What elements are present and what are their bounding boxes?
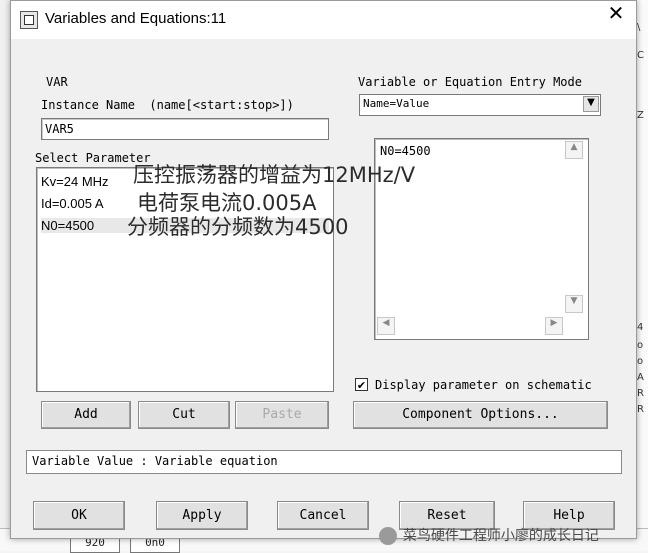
paste-button[interactable]: Paste	[235, 401, 329, 429]
title-bar[interactable]: Variables and Equations:11 ✕	[11, 1, 636, 39]
watermark: 菜鸟硬件工程师小廖的成长日记	[370, 509, 599, 545]
variables-equations-dialog: Variables and Equations:11 ✕ VAR Instanc…	[10, 0, 637, 539]
window-title: Variables and Equations:11	[45, 10, 227, 27]
apply-button[interactable]: Apply	[156, 501, 248, 530]
scroll-left-icon[interactable]: ◀	[377, 317, 395, 335]
status-bar: Variable Value : Variable equation	[26, 450, 622, 474]
bg-mark: 4	[637, 322, 644, 333]
app-icon	[20, 11, 38, 29]
watermark-text: 菜鸟硬件工程师小廖的成长日记	[402, 528, 599, 544]
list-item[interactable]: Id=0.005 A	[41, 196, 104, 211]
component-options-button[interactable]: Component Options...	[353, 401, 608, 429]
close-button[interactable]: ✕	[596, 1, 636, 39]
close-icon: ✕	[607, 1, 625, 25]
entry-mode-label: Variable or Equation Entry Mode	[358, 75, 582, 89]
bg-mark: \	[637, 22, 641, 33]
display-param-checkbox[interactable]: ✔	[355, 378, 368, 392]
bg-mark: R	[637, 388, 644, 399]
annotation-vco-gain: 压控振荡器的增益为12MHz/V	[133, 163, 416, 187]
ok-button[interactable]: OK	[33, 501, 125, 530]
scroll-down-icon[interactable]: ▼	[565, 295, 583, 313]
instance-name-label: Instance Name (name[<start:stop>])	[41, 98, 294, 112]
bg-mark: R	[637, 404, 644, 415]
bg-mark: A	[637, 372, 644, 383]
equation-editor-value: N0=4500	[380, 144, 431, 158]
annotation-divider-ratio: 分频器的分频数为4500	[127, 215, 349, 239]
cancel-button[interactable]: Cancel	[277, 501, 369, 530]
entry-mode-select[interactable]: Name=Value ▼	[359, 94, 601, 116]
bg-mark: o	[637, 340, 644, 351]
bg-mark: o	[637, 356, 644, 367]
bg-mark: Z	[637, 110, 644, 121]
display-param-label: Display parameter on schematic	[375, 378, 592, 392]
chevron-down-icon[interactable]: ▼	[583, 96, 599, 112]
scroll-right-icon[interactable]: ▶	[545, 317, 563, 335]
list-item[interactable]: Kv=24 MHz	[41, 174, 109, 189]
wechat-icon	[378, 527, 397, 545]
instance-name-input[interactable]: VAR5	[41, 118, 329, 140]
scroll-up-icon[interactable]: ▲	[565, 141, 583, 159]
bg-mark: C	[637, 50, 644, 61]
entry-mode-value: Name=Value	[363, 97, 430, 110]
add-button[interactable]: Add	[41, 401, 131, 429]
var-label: VAR	[46, 75, 68, 89]
cut-button[interactable]: Cut	[138, 401, 230, 429]
